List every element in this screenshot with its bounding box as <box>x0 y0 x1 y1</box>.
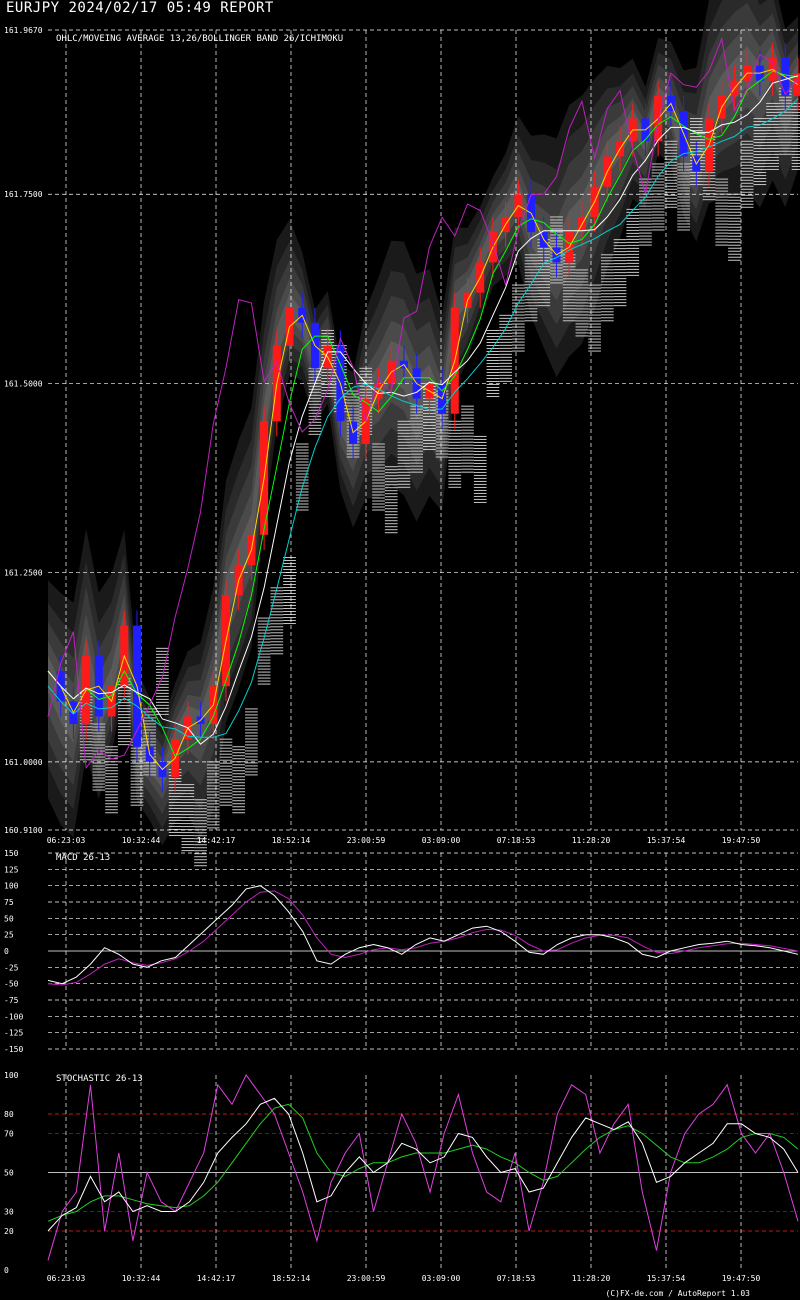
macd-signal-line <box>47 890 799 986</box>
macd-ytick: 100 <box>4 882 19 891</box>
stoch-xtick: 06:23:03 <box>47 1274 86 1283</box>
stoch-panel-title: STOCHASTIC 26-13 <box>56 1074 143 1084</box>
price-xtick: 11:28:20 <box>572 836 611 845</box>
stoch-ytick: 50 <box>4 1169 14 1178</box>
price-xtick: 03:09:00 <box>422 836 461 845</box>
stoch-xtick: 10:32:44 <box>122 1274 161 1283</box>
macd-ytick: 150 <box>4 849 19 858</box>
price-xtick: 23:00:59 <box>347 836 386 845</box>
macd-ytick: -75 <box>4 996 19 1005</box>
macd-panel-title: MACD 26-13 <box>56 853 110 863</box>
price-panel-title: OHLC/MOVEING AVERAGE 13,26/BOLLINGER BAN… <box>56 34 343 44</box>
stoch-xtick: 19:47:50 <box>722 1274 761 1283</box>
macd-ytick: -50 <box>4 980 19 989</box>
stoch-xtick: 11:28:20 <box>572 1274 611 1283</box>
macd-ytick: 75 <box>4 898 14 907</box>
report-chart: 161.9670 161.7500 161.5000 161.2500 161.0000… <box>4 0 800 1283</box>
macd-ytick: -100 <box>4 1012 23 1021</box>
stoch-k-line <box>47 1074 799 1261</box>
price-ytick: 161.7500 <box>4 190 43 199</box>
stoch-ytick: 20 <box>4 1227 14 1236</box>
stoch-xtick: 14:42:17 <box>197 1274 236 1283</box>
price-xtick: 10:32:44 <box>122 836 161 845</box>
stoch-grid <box>48 1075 798 1270</box>
macd-ytick: 125 <box>4 865 19 874</box>
copyright-footer: (C)FX-de.com / AutoReport 1.03 <box>605 1289 751 1298</box>
macd-ytick: 25 <box>4 931 14 940</box>
price-xtick: 18:52:14 <box>272 836 311 845</box>
stoch-ytick: 70 <box>4 1130 14 1139</box>
price-ytick: 161.0000 <box>4 758 43 767</box>
macd-ytick: 0 <box>4 947 9 956</box>
price-xtick: 19:47:50 <box>722 836 761 845</box>
macd-ytick: -25 <box>4 963 19 972</box>
price-xtick: 06:23:03 <box>47 836 86 845</box>
stoch-xtick: 18:52:14 <box>272 1274 311 1283</box>
stoch-xtick: 03:09:00 <box>422 1274 461 1283</box>
price-ytick: 161.2500 <box>4 569 43 578</box>
price-xtick: 15:37:54 <box>647 836 686 845</box>
stoch-xtick: 23:00:59 <box>347 1274 386 1283</box>
macd-ytick: -150 <box>4 1045 23 1054</box>
stoch-ytick: 0 <box>4 1266 9 1275</box>
macd-ytick: 50 <box>4 914 14 923</box>
price-ytick: 161.5000 <box>4 379 43 388</box>
macd-ytick: -125 <box>4 1029 23 1038</box>
stoch-ytick: 30 <box>4 1208 14 1217</box>
price-xtick: 14:42:17 <box>197 836 236 845</box>
stoch-xtick: 15:37:54 <box>647 1274 686 1283</box>
stoch-ytick: 100 <box>4 1071 19 1080</box>
price-xtick: 07:18:53 <box>497 836 536 845</box>
price-ytick: 161.9670 <box>4 26 43 35</box>
stoch-xtick: 07:18:53 <box>497 1274 536 1283</box>
price-ytick: 160.9100 <box>4 826 43 835</box>
stoch-ytick: 80 <box>4 1110 14 1119</box>
